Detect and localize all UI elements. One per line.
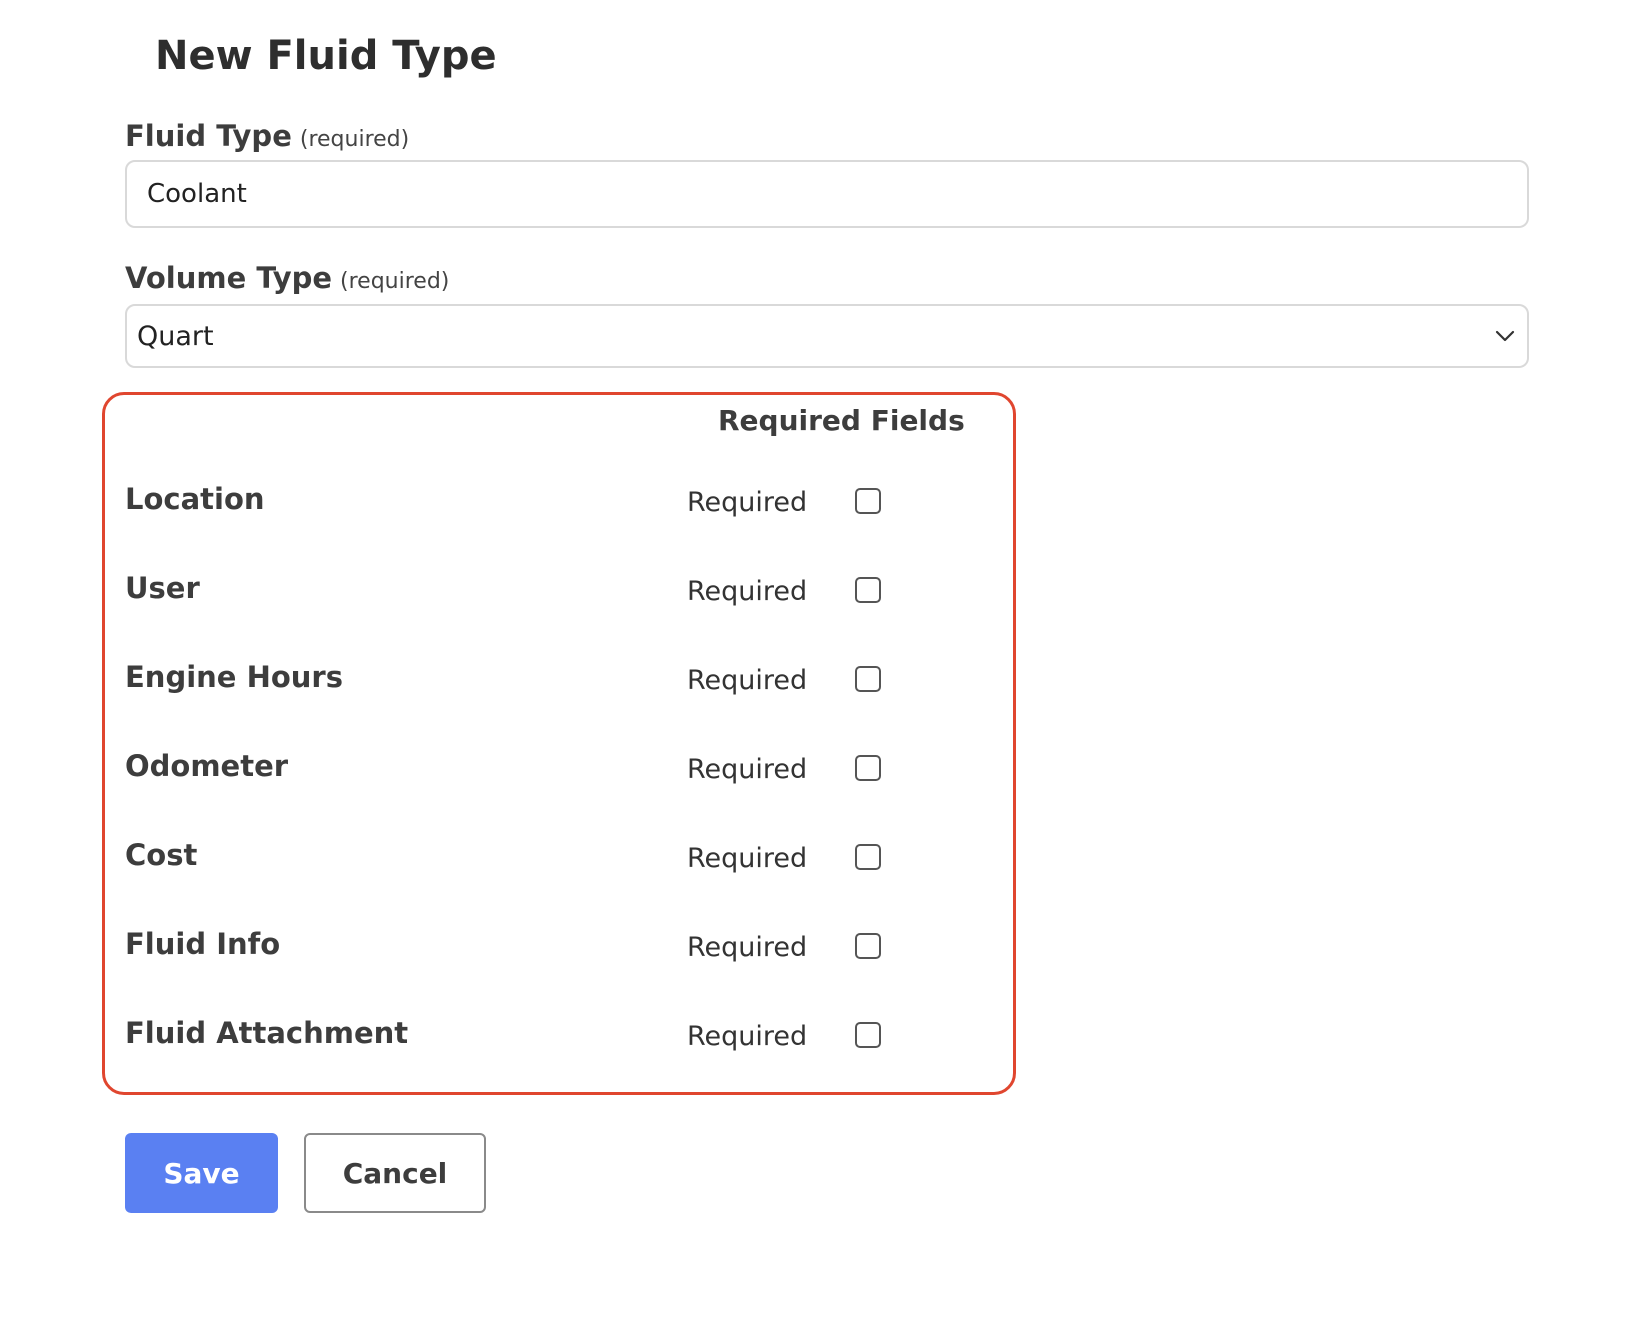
row-required-label: Required <box>687 932 808 963</box>
required-row-fluid-info: Fluid Info Required <box>125 926 1005 966</box>
page-title: New Fluid Type <box>155 33 497 79</box>
row-required-label: Required <box>687 487 808 518</box>
required-row-location: Location Required <box>125 481 1005 521</box>
location-required-checkbox[interactable] <box>855 488 881 514</box>
required-row-engine-hours: Engine Hours Required <box>125 659 1005 699</box>
fluid-type-required-note: (required) <box>299 127 410 152</box>
volume-type-label-text: Volume Type <box>125 261 333 295</box>
required-row-odometer: Odometer Required <box>125 748 1005 788</box>
row-required-label: Required <box>687 843 808 874</box>
odometer-required-checkbox[interactable] <box>855 755 881 781</box>
row-required-label: Required <box>687 576 808 607</box>
required-row-cost: Cost Required <box>125 837 1005 877</box>
row-required-label: Required <box>687 754 808 785</box>
fluid-type-input[interactable] <box>125 160 1529 228</box>
required-row-fluid-attachment: Fluid Attachment Required <box>125 1015 1005 1055</box>
volume-type-required-note: (required) <box>340 269 450 294</box>
chevron-down-icon <box>1493 324 1517 348</box>
fluid-type-label-text: Fluid Type <box>125 119 292 153</box>
row-label-location: Location <box>125 482 265 516</box>
fluid-type-label: Fluid Type (required) <box>125 118 409 158</box>
cancel-button[interactable]: Cancel <box>304 1133 486 1213</box>
fluid-attachment-required-checkbox[interactable] <box>855 1022 881 1048</box>
engine-hours-required-checkbox[interactable] <box>855 666 881 692</box>
row-label-cost: Cost <box>125 838 198 872</box>
save-button[interactable]: Save <box>125 1133 278 1213</box>
volume-type-selected-value: Quart <box>137 320 214 352</box>
fluid-info-required-checkbox[interactable] <box>855 933 881 959</box>
row-label-fluid-attachment: Fluid Attachment <box>125 1016 409 1050</box>
volume-type-select[interactable]: Quart <box>125 304 1529 368</box>
row-label-engine-hours: Engine Hours <box>125 660 343 694</box>
row-label-odometer: Odometer <box>125 749 289 783</box>
volume-type-label: Volume Type (required) <box>125 260 449 300</box>
row-label-user: User <box>125 571 200 605</box>
row-label-fluid-info: Fluid Info <box>125 927 281 961</box>
required-row-user: User Required <box>125 570 1005 610</box>
cost-required-checkbox[interactable] <box>855 844 881 870</box>
row-required-label: Required <box>687 1021 808 1052</box>
required-fields-heading: Required Fields <box>718 404 965 437</box>
user-required-checkbox[interactable] <box>855 577 881 603</box>
row-required-label: Required <box>687 665 808 696</box>
